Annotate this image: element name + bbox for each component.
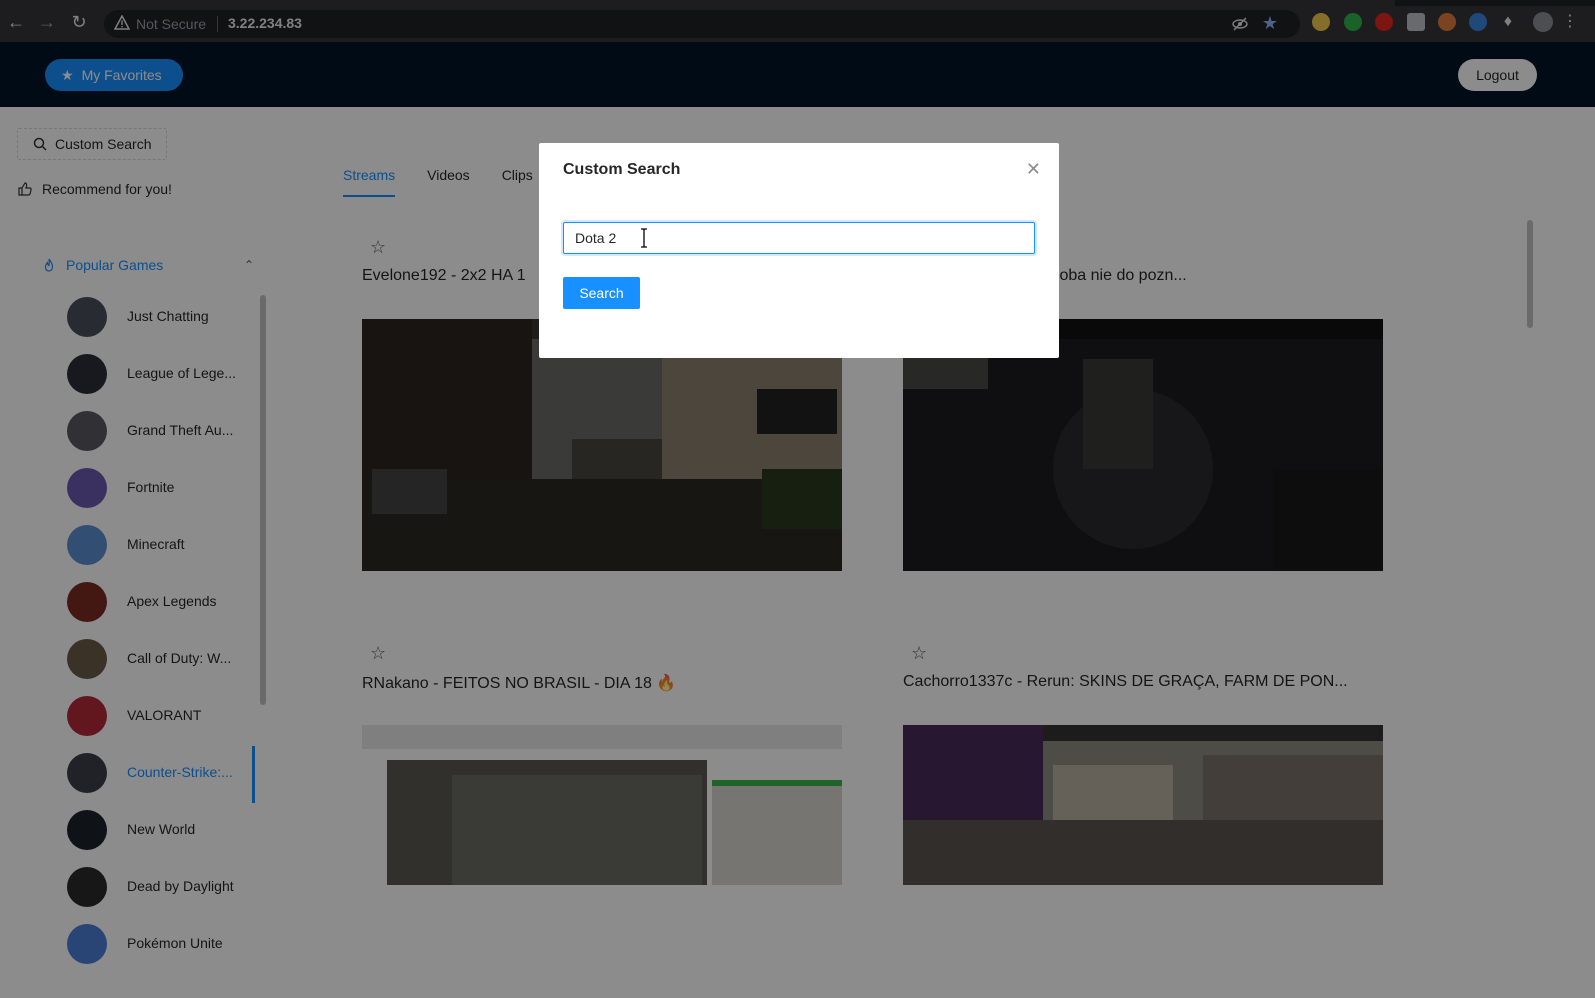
custom-search-modal: Custom Search ✕ Search: [539, 143, 1059, 358]
modal-title: Custom Search: [563, 161, 681, 178]
search-input[interactable]: [563, 222, 1035, 254]
close-icon[interactable]: ✕: [1026, 159, 1041, 180]
text-cursor-icon: [641, 228, 647, 248]
search-button[interactable]: Search: [563, 277, 640, 309]
